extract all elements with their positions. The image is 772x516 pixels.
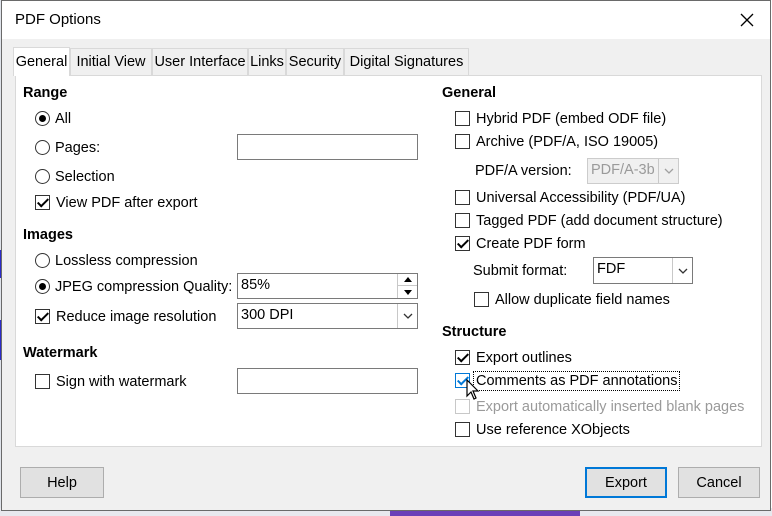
submit-format-label: Submit format: xyxy=(473,263,568,279)
tab-label: Security xyxy=(288,54,342,70)
spin-down-button[interactable] xyxy=(397,286,417,298)
tab-security[interactable]: Security xyxy=(286,48,344,75)
range-section-title: Range xyxy=(23,85,68,101)
spin-down-icon xyxy=(403,289,412,295)
universal-accessibility-checkbox[interactable] xyxy=(455,190,470,205)
cancel-button-label: Cancel xyxy=(696,474,742,491)
dropdown-button[interactable] xyxy=(672,258,692,283)
range-selection-label[interactable]: Selection xyxy=(55,169,115,185)
range-pages-label[interactable]: Pages: xyxy=(55,140,100,156)
sign-watermark-checkbox[interactable] xyxy=(35,374,50,389)
jpeg-quality-spinbox[interactable]: 85% xyxy=(237,273,418,299)
pdfa-version-value: PDF/A-3b xyxy=(591,162,655,178)
export-button-label: Export xyxy=(605,474,647,491)
pdf-options-dialog: PDF Options General Initial View User In… xyxy=(1,0,771,511)
resolution-dropdown[interactable]: 300 DPI xyxy=(237,303,418,329)
reference-xobjects-label[interactable]: Use reference XObjects xyxy=(476,422,630,438)
tab-general[interactable]: General xyxy=(13,47,70,76)
chevron-down-icon xyxy=(403,313,412,319)
tab-label: Initial View xyxy=(76,54,146,70)
hybrid-pdf-checkbox[interactable] xyxy=(455,111,470,126)
allow-duplicate-names-label[interactable]: Allow duplicate field names xyxy=(495,292,670,308)
tab-label: General xyxy=(15,54,68,70)
title-bar: PDF Options xyxy=(2,1,770,39)
spin-up-button[interactable] xyxy=(397,274,417,286)
universal-accessibility-label[interactable]: Universal Accessibility (PDF/UA) xyxy=(476,190,686,206)
watermark-text-input[interactable] xyxy=(237,368,418,394)
allow-duplicate-names-checkbox[interactable] xyxy=(474,292,489,307)
lossless-label[interactable]: Lossless compression xyxy=(55,253,198,269)
range-selection-radio[interactable] xyxy=(35,169,50,184)
close-button[interactable] xyxy=(724,1,770,39)
comments-annotations-label[interactable]: Comments as PDF annotations xyxy=(476,373,677,389)
export-outlines-checkbox[interactable] xyxy=(455,350,470,365)
help-button-label: Help xyxy=(47,474,77,491)
tagged-pdf-checkbox[interactable] xyxy=(455,213,470,228)
view-pdf-label[interactable]: View PDF after export xyxy=(56,195,198,211)
export-blank-pages-label[interactable]: Export automatically inserted blank page… xyxy=(476,399,744,415)
tab-user-interface[interactable]: User Interface xyxy=(152,48,248,75)
sign-watermark-label[interactable]: Sign with watermark xyxy=(56,374,187,390)
lossless-radio[interactable] xyxy=(35,253,50,268)
structure-section-title: Structure xyxy=(442,324,507,340)
create-pdf-form-checkbox[interactable] xyxy=(455,236,470,251)
window-title: PDF Options xyxy=(15,11,101,28)
reduce-resolution-checkbox[interactable] xyxy=(35,309,50,324)
archive-pdfa-label[interactable]: Archive (PDF/A, ISO 19005) xyxy=(476,134,658,150)
chevron-down-icon xyxy=(664,168,673,174)
images-section-title: Images xyxy=(23,227,73,243)
general-section-title: General xyxy=(442,85,496,101)
jpeg-quality-value: 85% xyxy=(241,277,271,293)
range-pages-radio[interactable] xyxy=(35,140,50,155)
chevron-down-icon xyxy=(678,268,687,274)
tab-label: User Interface xyxy=(154,54,246,70)
spin-up-icon xyxy=(403,277,412,282)
view-pdf-checkbox[interactable] xyxy=(35,195,50,210)
jpeg-radio[interactable] xyxy=(35,279,50,294)
pages-input[interactable] xyxy=(237,134,418,160)
watermark-section-title: Watermark xyxy=(23,345,98,361)
close-icon xyxy=(740,13,754,27)
dropdown-button[interactable] xyxy=(658,159,678,183)
tagged-pdf-label[interactable]: Tagged PDF (add document structure) xyxy=(476,213,723,229)
create-pdf-form-label[interactable]: Create PDF form xyxy=(476,236,586,252)
tab-links[interactable]: Links xyxy=(248,48,286,75)
pdfa-version-label: PDF/A version: xyxy=(475,163,572,179)
help-button[interactable]: Help xyxy=(20,467,104,498)
export-button[interactable]: Export xyxy=(585,467,667,498)
mouse-pointer-icon xyxy=(466,379,480,400)
cancel-button[interactable]: Cancel xyxy=(678,467,760,498)
jpeg-label[interactable]: JPEG compression Quality: xyxy=(55,279,232,295)
reference-xobjects-checkbox[interactable] xyxy=(455,422,470,437)
range-all-label[interactable]: All xyxy=(55,111,71,127)
tab-digital-signatures[interactable]: Digital Signatures xyxy=(344,48,469,75)
tab-initial-view[interactable]: Initial View xyxy=(70,48,152,75)
pdfa-version-dropdown[interactable]: PDF/A-3b xyxy=(587,158,679,184)
resolution-value: 300 DPI xyxy=(241,307,294,323)
reduce-resolution-label[interactable]: Reduce image resolution xyxy=(56,309,216,325)
export-outlines-label[interactable]: Export outlines xyxy=(476,350,572,366)
submit-format-dropdown[interactable]: FDF xyxy=(593,257,693,284)
submit-format-value: FDF xyxy=(597,261,626,277)
tab-label: Links xyxy=(250,54,284,70)
archive-pdfa-checkbox[interactable] xyxy=(455,134,470,149)
dropdown-button[interactable] xyxy=(397,304,417,328)
tab-label: Digital Signatures xyxy=(349,54,464,70)
export-blank-pages-checkbox[interactable] xyxy=(455,399,470,414)
range-all-radio[interactable] xyxy=(35,111,50,126)
hybrid-pdf-label[interactable]: Hybrid PDF (embed ODF file) xyxy=(476,111,666,127)
